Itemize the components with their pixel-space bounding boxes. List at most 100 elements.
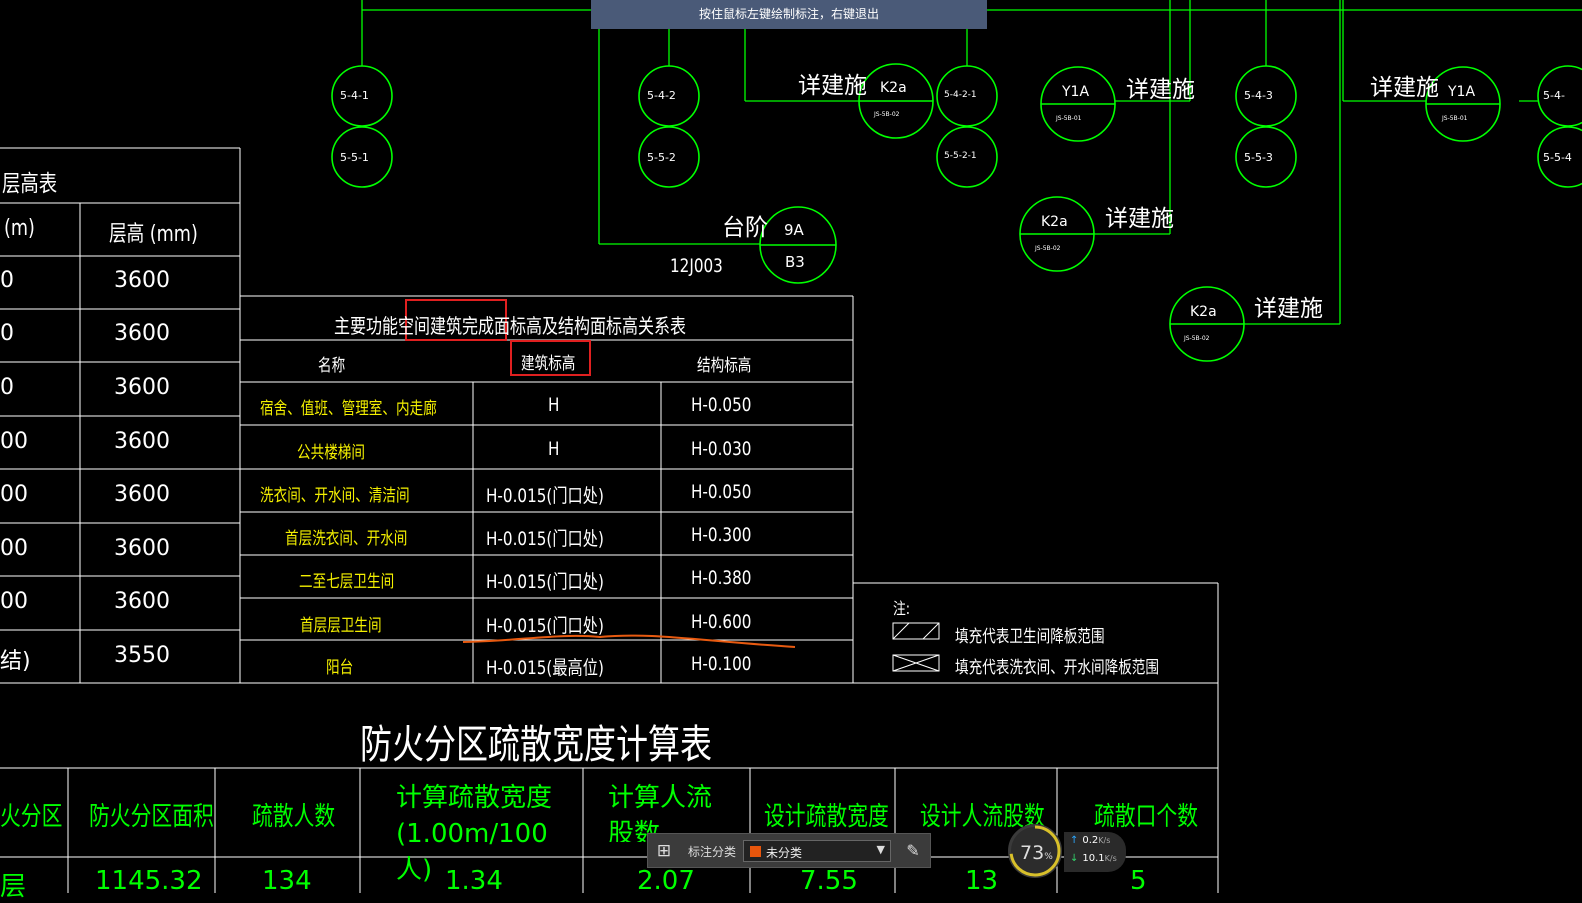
note-hatch-swatches: [892, 622, 940, 672]
evac-header: 防火分区面积: [89, 802, 214, 832]
detail-ref-label: 详建施: [1370, 75, 1439, 101]
tag-circle-bottom: JS-5B-01: [1442, 115, 1468, 122]
evac-header: 疏散人数: [252, 802, 336, 832]
download-arrow-icon: ↓: [1070, 853, 1079, 864]
evac-table-title: 防火分区疏散宽度计算表: [360, 722, 712, 768]
elevation-table-title: 主要功能空间建筑完成面标高及结构面标高关系表: [334, 314, 686, 338]
memory-usage-gauge: 73%: [1008, 824, 1062, 878]
note-item: 填充代表卫生间降板范围: [955, 627, 1105, 647]
elevation-row-struct: H-0.600: [691, 611, 752, 633]
tag-circle-bottom: JS-5B-02: [1035, 245, 1061, 252]
edit-icon[interactable]: ✎: [900, 840, 926, 862]
height-table-cell: 3600: [114, 268, 170, 293]
evac-header: 火分区: [0, 802, 63, 832]
elevation-row-struct: H-0.050: [691, 481, 752, 503]
download-speed: ↓ 10.1K/s: [1070, 853, 1117, 864]
evac-cell: 5: [1130, 866, 1147, 896]
markup-category-toolbar: ⊞ 标注分类 未分类 ▼ ✎: [647, 833, 931, 868]
speed-readout: ↑ 0.2K/s ↓ 10.1K/s: [1064, 832, 1126, 872]
height-table-title: 层高表: [2, 171, 58, 197]
tag-circle-bottom: JS-5B-01: [1056, 115, 1082, 122]
elevation-header-struct: 结构标高: [697, 356, 752, 376]
height-table-cell: 0: [0, 321, 14, 346]
category-selected-value: 未分类: [766, 846, 803, 860]
evac-cell: 层: [0, 872, 27, 902]
height-table-col1-header: (m): [4, 216, 35, 241]
elevation-header-arch: 建筑标高: [521, 354, 576, 374]
elevation-row-name: 首层洗衣间、开水间: [285, 529, 408, 549]
detail-ref-label: 详建施: [1126, 77, 1195, 103]
detail-circle-label: 5-5-4: [1543, 151, 1572, 164]
detail-circle-label: 5-5-2-1: [944, 151, 977, 161]
command-prompt-banner: 按住鼠标左键绘制标注，右键退出: [591, 0, 987, 29]
elevation-row-name: 二至七层卫生间: [299, 572, 395, 592]
detail-circle-label: 5-4-2-1: [944, 90, 977, 100]
memory-usage-percent: 73%: [1020, 842, 1053, 864]
evac-cell: 1.34: [445, 866, 503, 896]
leader-lines: [361, 0, 1582, 325]
height-table-cell: 0: [0, 375, 14, 400]
notes-title: 注:: [893, 599, 911, 618]
elevation-row-name: 首层层卫生间: [300, 616, 382, 636]
evac-cell: 134: [262, 866, 312, 896]
tag-circle-top: K2a: [1041, 214, 1068, 230]
elevation-row-arch: H: [548, 394, 560, 416]
height-table-cell: 3600: [114, 321, 170, 346]
height-table-cell: 3600: [114, 375, 170, 400]
height-table-cell: 3600: [114, 429, 170, 454]
tag-circle-bottom: JS-5B-02: [1184, 335, 1210, 342]
tag-circle-top: K2a: [880, 80, 907, 96]
height-table-cell: 3600: [114, 482, 170, 507]
elevation-row-struct: H-0.100: [691, 653, 752, 675]
evac-cell: 7.55: [800, 866, 858, 896]
evac-cell: 13: [965, 866, 999, 896]
evac-cell: 1145.32: [95, 866, 203, 896]
height-table-cell: 结): [0, 649, 31, 674]
elevation-row-arch: H-0.015(门口处): [486, 615, 604, 637]
evac-header: 设计疏散宽度: [764, 802, 889, 832]
markup-category-label: 标注分类: [688, 845, 737, 859]
markup-category-select[interactable]: 未分类 ▼: [743, 840, 891, 862]
detail-circle-label: 5-4-3: [1244, 89, 1273, 102]
height-table-cell: 3550: [114, 643, 170, 668]
elevation-row-name: 洗衣间、开水间、清洁间: [260, 486, 410, 506]
detail-circle-label: 5-5-2: [647, 151, 676, 164]
upload-arrow-icon: ↑: [1070, 835, 1079, 846]
elevation-row-struct: H-0.300: [691, 524, 752, 546]
elevation-row-arch: H-0.015(最高位): [486, 657, 604, 679]
elevation-row-arch: H-0.015(门口处): [486, 571, 604, 593]
category-color-swatch: [750, 846, 761, 857]
detail-circle-label: 5-4-1: [340, 89, 369, 102]
elevation-row-struct: H-0.030: [691, 438, 752, 460]
elevation-row-name: 公共楼梯间: [297, 443, 365, 463]
height-table-cell: 00: [0, 589, 28, 614]
height-table-cell: 00: [0, 429, 28, 454]
tag-circle-top: Y1A: [1448, 84, 1476, 100]
chevron-down-icon: ▼: [876, 843, 885, 856]
height-table-cell: 00: [0, 536, 28, 561]
height-table-cell: 0: [0, 268, 14, 293]
upload-speed: ↑ 0.2K/s: [1070, 835, 1111, 846]
detail-circle-label: 5-5-3: [1244, 151, 1273, 164]
evac-cell: 2.07: [637, 866, 695, 896]
detail-ref-label: 详建施: [1254, 296, 1323, 322]
tag-circle-top: K2a: [1190, 304, 1217, 320]
network-speed-widget[interactable]: ↑ 0.2K/s ↓ 10.1K/s 73%: [1008, 824, 1128, 880]
elevation-row-name: 宿舍、值班、管理室、内走廊: [260, 399, 437, 419]
elevation-row-name: 阳台: [326, 658, 354, 678]
elevation-row-struct: H-0.050: [691, 394, 752, 416]
step-ref-bottom: B3: [785, 253, 805, 271]
step-label: 台阶: [722, 215, 768, 241]
height-table-col2-header: 层高 (mm): [109, 222, 198, 247]
height-table-cell: 00: [0, 482, 28, 507]
tag-circle-bottom: JS-5B-02: [874, 111, 900, 118]
grid-menu-icon[interactable]: ⊞: [653, 841, 675, 861]
height-table-cell: 3600: [114, 536, 170, 561]
detail-circle-label: 5-4-2: [647, 89, 676, 102]
elevation-row-arch: H: [548, 438, 560, 460]
detail-circle-label: 5-5-1: [340, 151, 369, 164]
tag-circle-top: Y1A: [1062, 84, 1090, 100]
atlas-code: 12J003: [670, 255, 723, 277]
detail-ref-label: 详建施: [798, 73, 867, 99]
note-item: 填充代表洗衣间、开水间降板范围: [955, 658, 1159, 678]
